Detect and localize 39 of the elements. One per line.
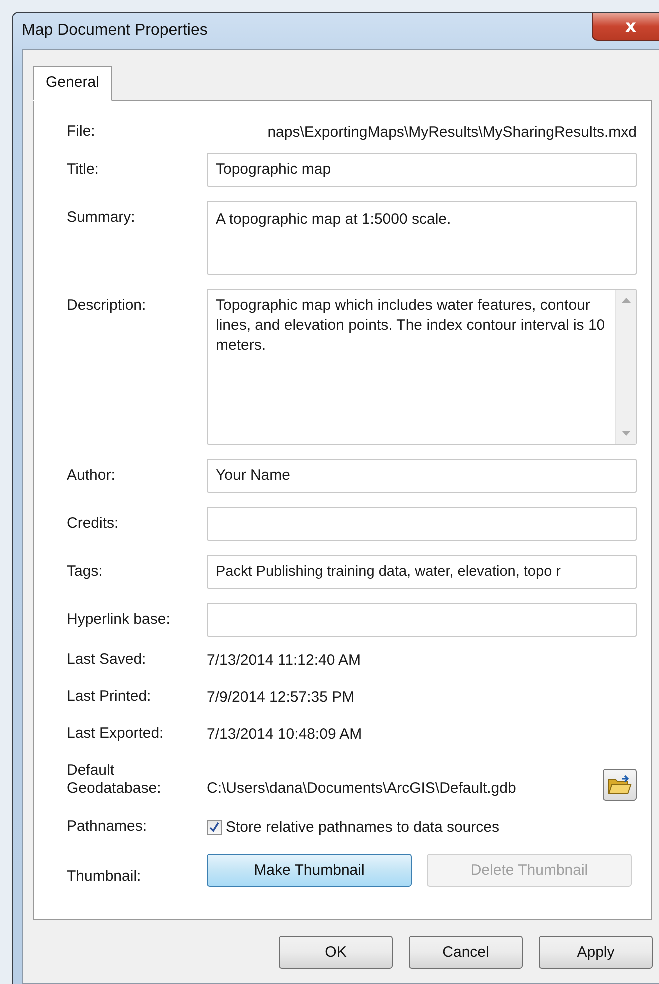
input-field[interactable] — [207, 603, 637, 637]
field-label: Hyperlink base: — [67, 611, 172, 629]
field-label: Summary: — [67, 208, 136, 227]
field-label: File: — [67, 123, 96, 141]
input-field[interactable] — [207, 507, 637, 541]
info-value: 7/9/2014 12:57:35 PM — [207, 688, 356, 706]
thumbnail-button[interactable]: Make Thumbnail — [207, 854, 412, 887]
field-label: Credits: — [67, 515, 120, 533]
window-title: Map Document Properties — [22, 22, 208, 40]
scrollbar[interactable] — [615, 290, 636, 444]
field-label: Thumbnail: — [67, 866, 142, 886]
field-label: Pathnames: — [67, 818, 148, 836]
checkbox[interactable] — [207, 820, 222, 834]
file-path: naps\ExportingMaps\MyResults\MySharingResults.mxd — [266, 124, 637, 140]
geodatabase-path: C:\Users\dana\Documents\ArcGIS\Default.gdb — [207, 779, 516, 797]
tab[interactable]: General — [33, 66, 112, 101]
field-label: Last Exported: — [67, 725, 165, 743]
field-label: Author: — [67, 467, 116, 485]
dialog-button[interactable]: Cancel — [409, 936, 523, 969]
field-label: Tags: — [67, 563, 104, 581]
input-field[interactable]: Topographic map — [207, 153, 637, 187]
text-area[interactable]: Topographic map which includes water features, contour lines, and elevation points. The index contour interval is 10 meters. — [207, 289, 637, 445]
checkbox-label[interactable]: Store relative pathnames to data sources — [226, 818, 500, 836]
field-label: Default Geodatabase: — [67, 762, 162, 798]
close-button[interactable]: x — [592, 13, 659, 41]
text-area[interactable]: A topographic map at 1:5000 scale. — [207, 201, 637, 275]
input-field[interactable]: Packt Publishing training data, water, elevation, topo r — [207, 555, 637, 589]
info-value: 7/13/2014 10:48:09 AM — [207, 726, 364, 742]
field-label: Last Printed: — [67, 688, 152, 706]
scroll-up-icon[interactable] — [622, 298, 630, 303]
scroll-down-icon[interactable] — [622, 431, 630, 436]
field-label: Last Saved: — [67, 651, 148, 669]
dialog-button[interactable]: Apply — [539, 936, 653, 969]
input-field[interactable]: Your Name — [207, 459, 637, 493]
field-label: Title: — [67, 161, 100, 179]
field-label: Description: — [67, 296, 148, 315]
folder-icon[interactable] — [603, 769, 637, 801]
info-value: 7/13/2014 11:12:40 AM — [207, 652, 362, 668]
dialog-button[interactable]: OK — [279, 936, 393, 969]
